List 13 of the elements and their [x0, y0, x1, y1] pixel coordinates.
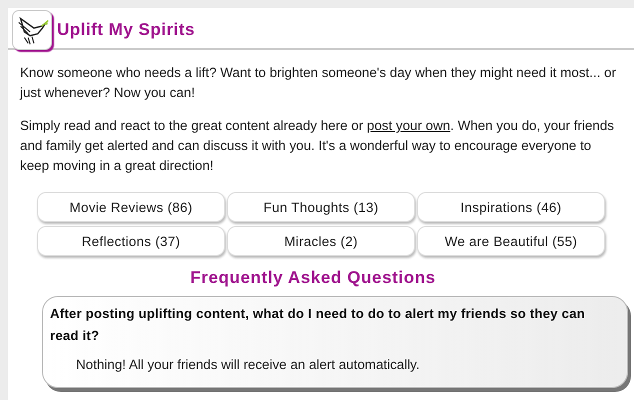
faq-heading: Frequently Asked Questions: [189, 268, 437, 288]
faq-question: After posting uplifting content, what do I need to do to alert my friends so they can read it?: [50, 305, 586, 345]
faq-answer: Nothing! All your friends will receive an alert automatically.: [76, 357, 421, 372]
intro-paragraph: Know someone who needs a lift? Want to brighten someone's day when they might need it most... or just whenever? Now you can!: [20, 64, 618, 102]
category-button[interactable]: Miracles (2): [227, 226, 415, 256]
category-button[interactable]: We are Beautiful (55): [417, 226, 605, 256]
intro-paragraph: Simply read and react to the great content already here or post your own. When you do, your friends and family get alerted and can discuss it with you. It's a wonderful way to encourage everyone to keep moving in a great direction!: [20, 117, 615, 175]
site-title: Uplift My Spirits: [57, 20, 195, 40]
category-button[interactable]: Movie Reviews (86): [37, 192, 225, 222]
post-link[interactable]: post your own: [366, 118, 450, 133]
category-button[interactable]: Inspirations (46): [417, 192, 605, 222]
category-button[interactable]: Fun Thoughts (13): [227, 192, 415, 222]
category-button[interactable]: Reflections (37): [37, 226, 225, 256]
